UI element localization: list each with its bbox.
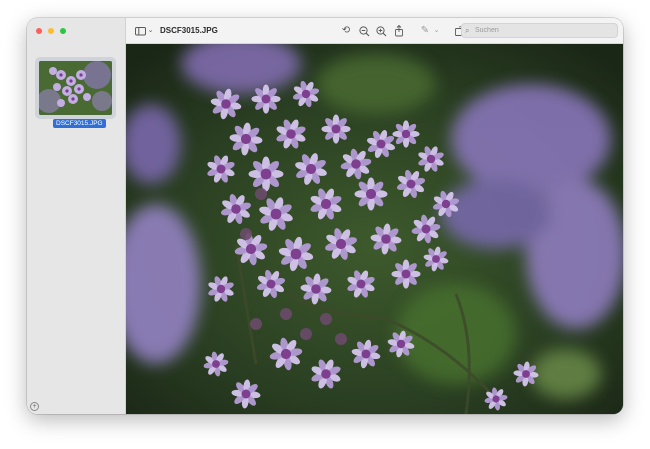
window-title: DSCF3015.JPG <box>160 26 218 35</box>
search-input[interactable] <box>475 25 615 36</box>
zoom-out-icon[interactable] <box>358 24 370 38</box>
zoom-in-icon[interactable] <box>375 24 387 38</box>
close-button[interactable] <box>36 28 42 34</box>
sidebar-toggle-icon[interactable] <box>134 24 146 38</box>
chevron-down-icon[interactable]: ⌄ <box>147 24 154 38</box>
thumbnail-flower-picture <box>39 61 112 115</box>
thumbnail-sidebar: DSCF3015.JPG + <box>27 18 126 414</box>
minimize-button[interactable] <box>48 28 54 34</box>
share-icon[interactable] <box>393 24 405 38</box>
rotate-left-icon[interactable]: ⟲ <box>340 24 352 38</box>
thumbnail-item[interactable] <box>35 57 116 119</box>
sidebar-add-icon[interactable]: + <box>30 402 39 411</box>
zoom-button[interactable] <box>60 28 66 34</box>
search-field[interactable]: ⌕ <box>461 23 618 38</box>
thumbnail-label[interactable]: DSCF3015.JPG <box>53 119 106 128</box>
search-icon: ⌕ <box>465 26 470 35</box>
thumbnail-image[interactable] <box>39 61 112 115</box>
image-canvas[interactable] <box>126 44 623 414</box>
chevron-down-icon[interactable]: ⌄ <box>433 24 440 38</box>
window-controls <box>36 28 66 34</box>
markup-pen-icon[interactable]: ✎ <box>419 24 431 38</box>
preview-window: DSCF3015.JPG + ⌄ DSCF3015.JPG ⟲ ✎ ⌄ A ⌕ <box>27 18 623 414</box>
flower-photo <box>126 44 623 414</box>
